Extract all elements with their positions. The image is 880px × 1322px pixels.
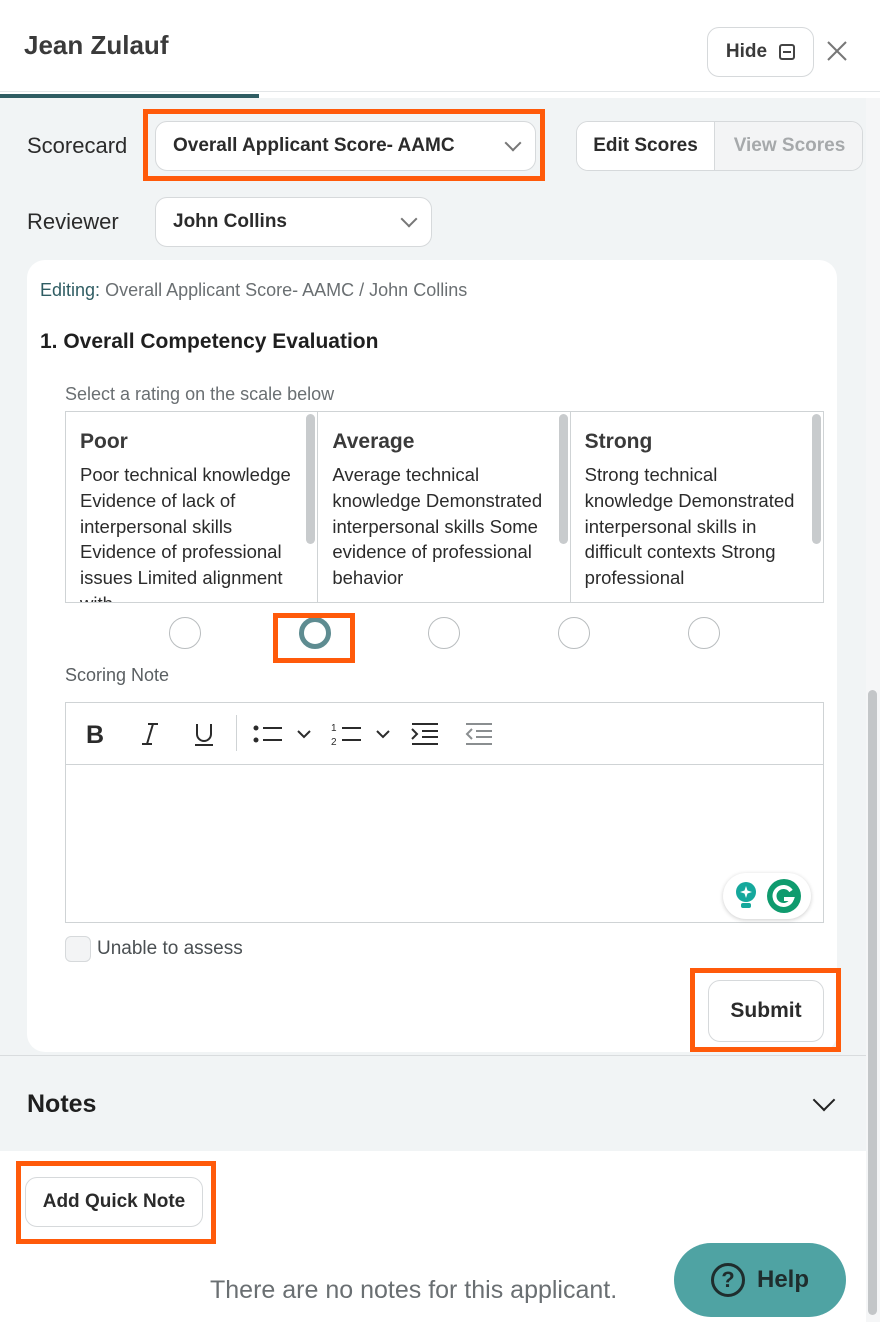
question-title: 1. Overall Competency Evaluation xyxy=(40,330,379,353)
no-notes-message: There are no notes for this applicant. xyxy=(210,1276,618,1304)
hide-button[interactable]: Hide xyxy=(707,27,814,77)
svg-text:2: 2 xyxy=(331,737,337,747)
rating-title: Average xyxy=(332,430,415,453)
rating-radio-3[interactable] xyxy=(428,617,460,649)
rating-radio-2[interactable] xyxy=(299,617,331,649)
scrollbar-thumb[interactable] xyxy=(558,414,568,544)
unable-to-assess-checkbox[interactable] xyxy=(65,936,91,962)
scrollbar-thumb[interactable] xyxy=(306,414,316,544)
rating-title: Strong xyxy=(584,430,653,453)
help-label: Help xyxy=(756,1266,809,1293)
chevron-down-icon xyxy=(504,134,522,152)
view-scores-button[interactable]: View Scores xyxy=(715,122,862,170)
applicant-name: Jean Zulauf xyxy=(24,30,169,60)
svg-text:1: 1 xyxy=(331,723,337,734)
scorecard-label: Scorecard xyxy=(27,133,128,158)
rating-radio-group xyxy=(27,615,837,655)
reviewer-dropdown[interactable]: John Collins xyxy=(155,197,432,247)
chevron-down-icon xyxy=(812,1088,836,1112)
scoring-note-editor[interactable]: B 12 xyxy=(65,702,824,923)
svg-text:B: B xyxy=(86,721,104,747)
evaluation-card: Editing: Overall Applicant Score- AAMC /… xyxy=(27,260,837,1052)
rating-radio-1[interactable] xyxy=(169,617,201,649)
indent-icon[interactable] xyxy=(408,703,442,765)
scorecard-dropdown[interactable]: Overall Applicant Score- AAMC xyxy=(155,121,536,171)
rating-radio-4[interactable] xyxy=(558,617,590,649)
submit-button[interactable]: Submit xyxy=(708,980,824,1042)
panel-header: Jean Zulauf Hide xyxy=(0,0,880,92)
lightbulb-icon xyxy=(736,882,756,908)
rating-description: Average technical knowledge Demonstrated… xyxy=(332,464,543,589)
reviewer-label: Reviewer xyxy=(27,209,119,234)
help-button[interactable]: ? Help xyxy=(674,1243,846,1317)
unable-to-assess-label: Unable to assess xyxy=(97,938,243,959)
hide-label: Hide xyxy=(725,41,768,62)
bullet-list-icon[interactable] xyxy=(250,703,316,765)
editing-label: Editing: xyxy=(40,280,101,300)
reviewer-selected: John Collins xyxy=(173,211,287,232)
grammarly-g-icon xyxy=(767,879,801,913)
rating-scale: Poor Poor technical knowledge Evidence o… xyxy=(65,411,824,603)
add-quick-note-button[interactable]: Add Quick Note xyxy=(25,1177,203,1227)
edit-scores-button[interactable]: Edit Scores xyxy=(577,122,715,170)
score-mode-toggle: Edit Scores View Scores xyxy=(576,121,863,171)
rating-option-average[interactable]: Average Average technical knowledge Demo… xyxy=(318,412,571,602)
rating-option-strong[interactable]: Strong Strong technical knowledge Demons… xyxy=(571,412,823,602)
italic-icon[interactable] xyxy=(136,703,164,765)
grammarly-widget[interactable] xyxy=(723,873,811,919)
editing-value: Overall Applicant Score- AAMC / John Col… xyxy=(105,280,468,300)
chevron-down-icon xyxy=(400,210,418,228)
scoring-note-label: Scoring Note xyxy=(65,665,170,685)
outdent-icon[interactable] xyxy=(462,703,496,765)
notes-section-header[interactable]: Notes xyxy=(0,1055,866,1151)
underline-icon[interactable] xyxy=(190,703,218,765)
numbered-list-icon[interactable]: 12 xyxy=(329,703,395,765)
rating-radio-5[interactable] xyxy=(688,617,720,649)
toolbar-divider xyxy=(236,715,237,751)
question-mark-icon: ? xyxy=(710,1263,745,1297)
editor-toolbar: B 12 xyxy=(66,703,823,765)
close-icon[interactable] xyxy=(822,36,852,66)
rating-option-poor[interactable]: Poor Poor technical knowledge Evidence o… xyxy=(66,412,319,602)
rating-description: Strong technical knowledge Demonstrated … xyxy=(584,464,795,589)
notes-title: Notes xyxy=(27,1090,97,1118)
scrollbar-thumb[interactable] xyxy=(868,690,877,1315)
collapse-box-icon xyxy=(779,44,796,60)
rating-title: Poor xyxy=(80,430,128,453)
scorecard-selected: Overall Applicant Score- AAMC xyxy=(173,135,455,156)
scale-hint: Select a rating on the scale below xyxy=(65,384,335,404)
bold-icon[interactable]: B xyxy=(80,703,112,765)
editing-breadcrumb: Editing: Overall Applicant Score- AAMC /… xyxy=(40,280,467,301)
scrollbar-thumb[interactable] xyxy=(811,414,821,544)
rating-description: Poor technical knowledge Evidence of lac… xyxy=(80,464,291,602)
unable-to-assess: Unable to assess xyxy=(65,936,243,962)
